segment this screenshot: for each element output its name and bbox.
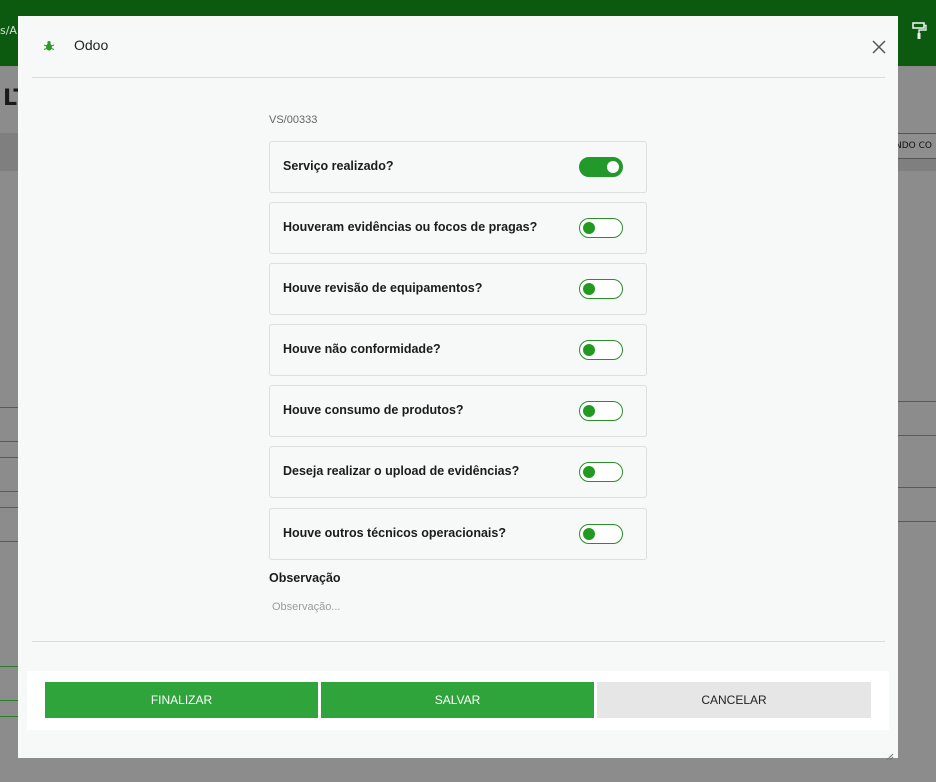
finalize-button[interactable]: FINALIZAR bbox=[45, 682, 318, 718]
list-row-line bbox=[0, 666, 20, 667]
list-row-line bbox=[898, 521, 936, 522]
list-row-line bbox=[0, 700, 20, 701]
question-label: Houve não conformidade? bbox=[283, 342, 441, 356]
question-label: Houve revisão de equipamentos? bbox=[283, 281, 483, 295]
question-row-consumo-produtos: Houve consumo de produtos? bbox=[269, 385, 647, 437]
toggle-knob bbox=[583, 466, 595, 478]
question-label: Houveram evidências ou focos de pragas? bbox=[283, 220, 538, 234]
question-row-revisao-equipamentos: Houve revisão de equipamentos? bbox=[269, 263, 647, 315]
modal-footer: FINALIZAR SALVAR CANCELAR bbox=[27, 671, 889, 730]
toggle-knob bbox=[583, 344, 595, 356]
list-row-line bbox=[898, 487, 936, 488]
list-row-line bbox=[0, 541, 20, 542]
save-button[interactable]: SALVAR bbox=[321, 682, 594, 718]
footer-divider bbox=[32, 641, 885, 642]
question-label: Houve consumo de produtos? bbox=[283, 403, 464, 417]
paint-roller-icon[interactable] bbox=[912, 22, 928, 40]
list-row-line bbox=[0, 441, 20, 442]
question-label: Serviço realizado? bbox=[283, 159, 394, 173]
modal-dialog: Odoo VS/00333 Serviço realizado? Houvera… bbox=[18, 16, 898, 761]
resize-grip-icon[interactable] bbox=[886, 746, 894, 761]
header-divider bbox=[32, 77, 885, 78]
list-row-line bbox=[898, 401, 936, 402]
question-row-nao-conformidade: Houve não conformidade? bbox=[269, 324, 647, 376]
cancel-button[interactable]: CANCELAR bbox=[597, 682, 871, 718]
list-row-line bbox=[0, 491, 20, 492]
toggle-knob bbox=[583, 222, 595, 234]
modal-title: Odoo bbox=[74, 37, 109, 53]
question-label: Houve outros técnicos operacionais? bbox=[283, 526, 506, 540]
question-row-upload-evidencias: Deseja realizar o upload de evidências? bbox=[269, 446, 647, 498]
toggle-knob bbox=[583, 405, 595, 417]
list-row-line bbox=[0, 457, 20, 458]
close-icon[interactable] bbox=[870, 38, 888, 56]
list-row-line bbox=[0, 716, 20, 717]
question-row-evidencias-pragas: Houveram evidências ou focos de pragas? bbox=[269, 202, 647, 254]
toggle-switch[interactable] bbox=[579, 401, 623, 421]
list-row-line bbox=[898, 435, 936, 436]
question-row-outros-tecnicos: Houve outros técnicos operacionais? bbox=[269, 508, 647, 560]
breadcrumb[interactable]: s/A bbox=[0, 24, 17, 37]
service-reference: VS/00333 bbox=[269, 114, 318, 126]
bug-icon bbox=[42, 38, 56, 52]
observation-input[interactable] bbox=[269, 596, 647, 618]
observation-label: Observação bbox=[269, 571, 341, 585]
toggle-knob bbox=[607, 161, 619, 173]
toggle-switch[interactable] bbox=[579, 157, 623, 177]
list-row-line bbox=[0, 507, 20, 508]
toggle-switch[interactable] bbox=[579, 340, 623, 360]
question-row-servico-realizado: Serviço realizado? bbox=[269, 141, 647, 193]
toggle-switch[interactable] bbox=[579, 218, 623, 238]
toggle-switch[interactable] bbox=[579, 462, 623, 482]
toggle-knob bbox=[583, 283, 595, 295]
list-row-line bbox=[0, 407, 20, 408]
toggle-switch[interactable] bbox=[579, 279, 623, 299]
toggle-knob bbox=[583, 528, 595, 540]
question-label: Deseja realizar o upload de evidências? bbox=[283, 464, 520, 478]
toggle-switch[interactable] bbox=[579, 524, 623, 544]
modal-header: Odoo bbox=[18, 16, 898, 78]
